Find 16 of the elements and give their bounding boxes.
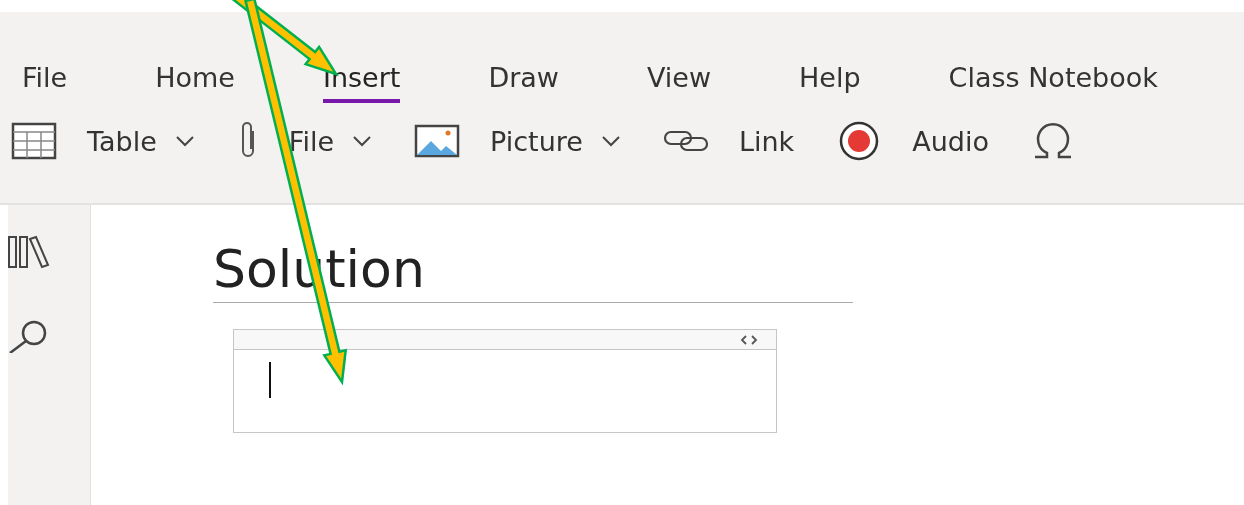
ribbon-tab[interactable]: View xyxy=(646,62,711,103)
ribbon-tab[interactable]: Draw xyxy=(488,62,559,103)
toolbar-button[interactable]: Picture xyxy=(414,124,621,158)
ribbon-tab[interactable]: Class Notebook xyxy=(948,62,1158,103)
move-handle-icon[interactable] xyxy=(740,334,758,345)
ribbon-tab[interactable]: Home xyxy=(155,62,235,103)
link-icon xyxy=(662,128,709,154)
ribbon-tab[interactable]: Help xyxy=(799,62,861,103)
text-cursor xyxy=(269,362,271,399)
toolbar-button[interactable]: Link xyxy=(662,125,795,157)
ribbon-tab[interactable]: File xyxy=(22,62,68,103)
image-icon xyxy=(414,124,460,158)
table-icon xyxy=(11,122,57,160)
toolbar-button[interactable]: File xyxy=(236,121,372,161)
toolbar-button[interactable]: Audio xyxy=(836,121,989,161)
toolbar-button[interactable]: Table xyxy=(11,122,195,160)
